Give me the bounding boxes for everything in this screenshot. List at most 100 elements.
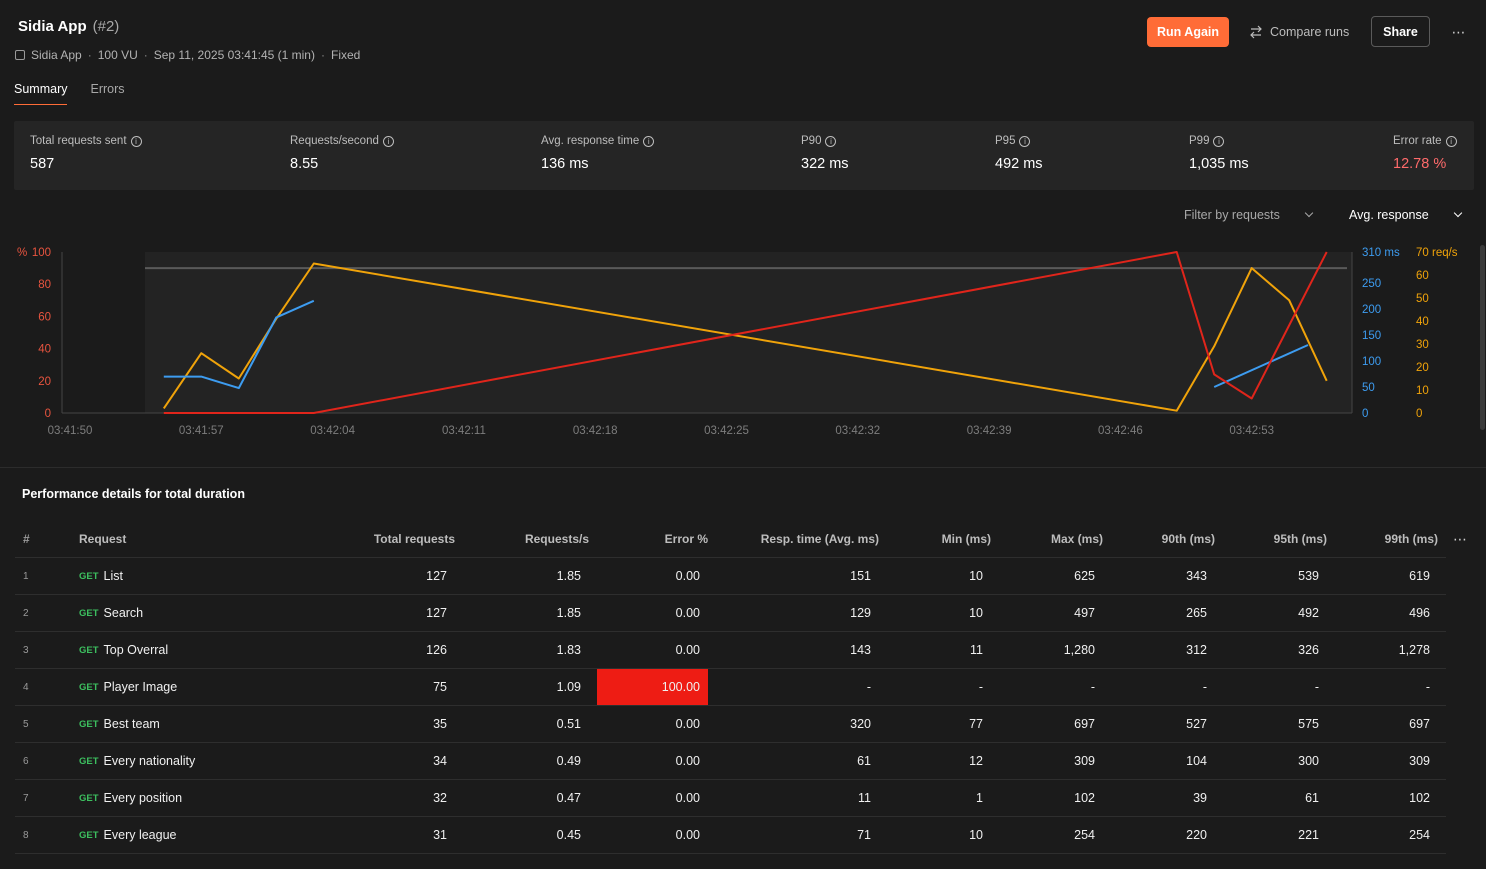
cell-avg: 61: [857, 754, 871, 768]
table-row[interactable]: 6 GET Every nationality 34 0.49 0.00 61 12 309 10…: [15, 743, 1446, 780]
column-header[interactable]: Request: [79, 521, 299, 557]
details-table: # Request Total requests Requests/s Error % R…: [15, 521, 1446, 854]
y-tick-label-ms: 250: [1362, 278, 1381, 290]
table-header: # Request Total requests Requests/s Error % R…: [15, 521, 1446, 558]
summary-stats: Total requests sent i 587 Requests/second…: [14, 121, 1474, 190]
column-header[interactable]: Min (ms): [895, 521, 991, 557]
scrollbar[interactable]: [1480, 245, 1485, 430]
run-again-button[interactable]: Run Again: [1147, 17, 1229, 47]
table-row[interactable]: 5 GET Best team 35 0.51 0.00 320 77 697 527 575 697: [15, 706, 1446, 743]
http-method-badge: GET: [79, 755, 99, 767]
cell-total: 126: [426, 643, 447, 657]
info-icon[interactable]: i: [825, 135, 837, 147]
cell-avg: 71: [857, 828, 871, 842]
info-icon[interactable]: i: [382, 135, 394, 147]
filter-requests-dropdown[interactable]: Filter by requests: [1184, 208, 1314, 222]
request-name[interactable]: Best team: [104, 717, 160, 731]
y-tick-label-ms: 50: [1362, 382, 1375, 394]
cell-max: -: [1090, 680, 1095, 694]
more-options-icon[interactable]: ⋯: [1448, 22, 1468, 42]
http-method-badge: GET: [79, 792, 99, 804]
info-icon[interactable]: i: [1445, 135, 1457, 147]
metric-dropdown[interactable]: Avg. response: [1349, 208, 1462, 222]
stat-p99: P99 i 1,035 ms: [1189, 135, 1249, 172]
stat-value: 8.55: [290, 156, 319, 172]
y-tick-label-req: 10: [1416, 385, 1429, 397]
y-tick-label-req: 40: [1416, 316, 1429, 328]
cell-p99: 619: [1409, 569, 1430, 583]
table-row[interactable]: 4 GET Player Image 75 1.09 100.00 - - - - - -: [15, 669, 1446, 706]
compare-arrows-icon: [1250, 25, 1262, 39]
share-button[interactable]: Share: [1371, 16, 1430, 47]
column-header[interactable]: Requests/s: [475, 521, 589, 557]
cell-name: GET Every nationality: [79, 743, 299, 779]
y-tick-label-left: 40: [38, 344, 51, 356]
request-name[interactable]: Every position: [104, 791, 183, 805]
column-header[interactable]: Max (ms): [1005, 521, 1103, 557]
info-icon[interactable]: i: [1019, 135, 1031, 147]
y-tick-label-req: 70 req/s: [1416, 247, 1458, 259]
info-icon[interactable]: i: [130, 135, 142, 147]
cell-name: GET Best team: [79, 706, 299, 742]
cell-p90: 104: [1186, 754, 1207, 768]
column-header[interactable]: 99th (ms): [1337, 521, 1438, 557]
table-row[interactable]: 2 GET Search 127 1.85 0.00 129 10 497 265 492 496: [15, 595, 1446, 632]
column-header[interactable]: 90th (ms): [1115, 521, 1215, 557]
http-method-badge: GET: [79, 718, 99, 730]
tab-errors[interactable]: Errors: [90, 82, 124, 105]
cell-p99: 309: [1409, 754, 1430, 768]
filter-requests-label: Filter by requests: [1184, 208, 1280, 222]
column-header[interactable]: Resp. time (Avg. ms): [715, 521, 879, 557]
column-header[interactable]: #: [23, 521, 43, 557]
compare-runs-button[interactable]: Compare runs: [1248, 17, 1349, 47]
request-name[interactable]: Every league: [104, 828, 177, 842]
column-header[interactable]: 95th (ms): [1227, 521, 1327, 557]
info-icon[interactable]: i: [1213, 135, 1225, 147]
cell-idx: 8: [23, 829, 29, 841]
meta-start-time: Sep 11, 2025 03:41:45 (1 min): [153, 48, 315, 62]
request-name[interactable]: Player Image: [104, 680, 178, 694]
cell-name: GET Top Overral: [79, 632, 299, 668]
stat-p95: P95 i 492 ms: [995, 135, 1043, 172]
stat-value: 492 ms: [995, 156, 1043, 172]
table-more-icon[interactable]: ⋯: [1453, 531, 1467, 548]
y-tick-label-left: 0: [45, 408, 51, 420]
y-tick-label-ms: 150: [1362, 330, 1381, 342]
cell-p99: 1,278: [1398, 643, 1430, 657]
request-name[interactable]: Every nationality: [104, 754, 196, 768]
stat-label: Avg. response time: [541, 135, 640, 147]
table-row[interactable]: 7 GET Every position 32 0.47 0.00 11 1 102 39 61 10…: [15, 780, 1446, 817]
request-name[interactable]: List: [104, 569, 123, 583]
stat-value: 322 ms: [801, 156, 849, 172]
request-name[interactable]: Search: [104, 606, 144, 620]
y-tick-label-req: 20: [1416, 362, 1429, 374]
y-tick-label-ms: 0: [1362, 408, 1368, 420]
column-header[interactable]: Error %: [597, 521, 708, 557]
cell-rps: 0.47: [556, 791, 581, 805]
stat-label: P90: [801, 135, 822, 147]
x-tick-label: 03:42:53: [1229, 425, 1274, 437]
y-tick-label-req: 30: [1416, 339, 1429, 351]
table-row[interactable]: 8 GET Every league 31 0.45 0.00 71 10 254 220 221 2…: [15, 817, 1446, 854]
request-name[interactable]: Top Overral: [104, 643, 169, 657]
table-row[interactable]: 3 GET Top Overral 126 1.83 0.00 143 11 1,280 312 3…: [15, 632, 1446, 669]
run-tabs: Summary Errors: [14, 82, 125, 105]
cell-max: 1,280: [1063, 643, 1095, 657]
y-tick-label-left: 80: [38, 279, 51, 291]
x-tick-label: 03:41:57: [179, 425, 224, 437]
cell-p99: 254: [1409, 828, 1430, 842]
y-tick-label-ms: 200: [1362, 304, 1381, 316]
cell-min: -: [978, 680, 983, 694]
info-icon[interactable]: i: [643, 135, 655, 147]
collection-icon: [15, 50, 25, 60]
cell-min: 77: [969, 717, 983, 731]
cell-idx: 2: [23, 607, 29, 619]
column-header[interactable]: Total requests: [315, 521, 455, 557]
table-row[interactable]: 1 GET List 127 1.85 0.00 151 10 625 343 539 619: [15, 558, 1446, 595]
run-header: Sidia App (#2) Sidia App · 100 VU · Sep 1…: [0, 0, 1486, 72]
meta-collection[interactable]: Sidia App: [31, 48, 82, 62]
cell-p90: 527: [1186, 717, 1207, 731]
tab-summary[interactable]: Summary: [14, 82, 68, 105]
cell-idx: 4: [23, 681, 29, 693]
y-tick-label-ms: 310 ms: [1362, 247, 1400, 259]
